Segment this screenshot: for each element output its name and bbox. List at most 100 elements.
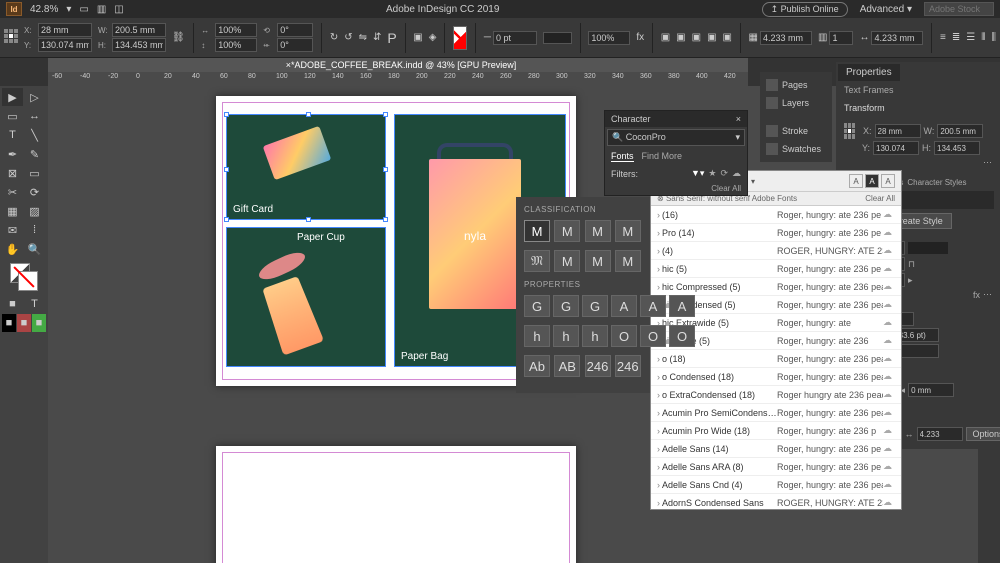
findmore-tab[interactable]: Find More [642, 151, 683, 162]
scale-x[interactable] [215, 23, 257, 37]
glyph-filter[interactable]: M [554, 250, 580, 272]
glyph-filter[interactable]: A [669, 295, 695, 317]
prop-y[interactable] [873, 141, 919, 155]
pencil-tool[interactable]: ✎ [24, 145, 45, 163]
glyph-filter[interactable]: 246 [615, 355, 641, 377]
options-button[interactable]: Options [966, 427, 1000, 441]
rotate-input[interactable] [277, 23, 313, 37]
fx-icon[interactable]: fx [636, 32, 644, 43]
selection-tool[interactable]: ▶ [2, 88, 23, 106]
flip-h-icon[interactable]: ⇋ [359, 32, 367, 43]
glyph-filter[interactable]: A [640, 295, 666, 317]
fx-icon[interactable]: fx [973, 290, 980, 300]
font-list-item[interactable]: ›Adelle Sans ARA (8)Roger, hungry: ate 2… [651, 458, 901, 476]
sample-size-small[interactable]: A [849, 174, 863, 188]
fill-stroke-toggle[interactable] [10, 263, 38, 291]
page-2[interactable] [216, 446, 576, 563]
hand-tool[interactable]: ✋ [2, 240, 23, 258]
swatches-panel-tab[interactable]: Swatches [764, 140, 828, 158]
font-family-select[interactable]: 🔍 CoconPro▾ [607, 129, 745, 146]
properties-tab[interactable]: Properties [838, 64, 900, 81]
prop-h[interactable] [934, 141, 980, 155]
scale-y[interactable] [215, 38, 257, 52]
publish-button[interactable]: ↥ Publish Online [762, 2, 848, 17]
rectangle-frame-tool[interactable]: ⊠ [2, 164, 23, 182]
colw-input[interactable] [871, 31, 923, 45]
char-tab[interactable]: Character [611, 114, 651, 124]
align-icon[interactable]: ≡ [940, 32, 946, 43]
filter-recent-icon[interactable]: ⟳ [720, 168, 728, 179]
fill-stroke-swatch[interactable] [453, 26, 467, 50]
transform-tool[interactable]: ⟳ [24, 183, 45, 201]
filter-class-icon[interactable]: ▼▾ [691, 168, 704, 179]
glyph-filter[interactable]: h [582, 325, 608, 347]
font-list-item[interactable]: ›o ExtraCondensed (18)Roger hungry ate 2… [651, 386, 901, 404]
glyph-filter[interactable]: G [524, 295, 550, 317]
sample-size-large[interactable]: A [881, 174, 895, 188]
fonts-tab[interactable]: Fonts [611, 151, 634, 162]
glyph-filter[interactable]: M [585, 250, 611, 272]
cols-input[interactable] [829, 31, 853, 45]
pen-tool[interactable]: ✒ [2, 145, 23, 163]
font-list-item[interactable]: ›hic (5)Roger, hungry: ate 236 pe☁ [651, 260, 901, 278]
direct-selection-tool[interactable]: ▷ [24, 88, 45, 106]
view-icon-2[interactable]: ▥ [97, 4, 106, 15]
glyph-filter[interactable]: M [554, 220, 580, 242]
preview-view[interactable]: ■ [17, 314, 31, 332]
filter-fav-icon[interactable]: ★ [708, 168, 716, 179]
align-icon[interactable]: ≣ [952, 32, 960, 43]
wrap-bbox-icon[interactable]: ▣ [676, 32, 685, 43]
zoom-tool[interactable]: 🔍 [24, 240, 45, 258]
glyph-filter[interactable]: O [669, 325, 695, 347]
font-list-item[interactable]: ›o Condensed (18)Roger, hungry: ate 236 … [651, 368, 901, 386]
glyph-filter[interactable]: O [640, 325, 666, 347]
rectangle-tool[interactable]: ▭ [24, 164, 45, 182]
h-input[interactable] [112, 38, 166, 52]
glyph-filter[interactable]: 𝔐 [524, 250, 550, 272]
stroke-style-dropdown[interactable] [543, 32, 572, 44]
font-list-item[interactable]: ›Acumin Pro Wide (18)Roger, hungry: ate … [651, 422, 901, 440]
glyph-filter[interactable]: AB [554, 355, 580, 377]
chevron-down-icon[interactable]: ▾ [735, 132, 740, 143]
gradient-feather-tool[interactable]: ▨ [24, 202, 45, 220]
link-icon[interactable]: ⛓ [172, 32, 185, 43]
reference-point-mini[interactable] [844, 123, 860, 139]
font-list-item[interactable]: ›AdornS Condensed SansROGER, HUNGRY: ATE… [651, 494, 901, 510]
glyph-filter[interactable]: h [553, 325, 579, 347]
search-input[interactable] [924, 2, 994, 16]
flip-v-icon[interactable]: ⇵ [373, 32, 381, 43]
font-list-item[interactable]: ›o (18)Roger, hungry: ate 236 pea☁ [651, 350, 901, 368]
workspace-dropdown[interactable]: Advanced ▾ [856, 3, 916, 16]
image-frame-giftcard[interactable]: Gift Card [226, 114, 386, 220]
glyph-filter[interactable]: 246 [585, 355, 611, 377]
glyph-filter[interactable]: G [582, 295, 608, 317]
reference-point[interactable] [4, 29, 18, 47]
distribute-icon[interactable]: ⫼ [991, 32, 996, 43]
close-icon[interactable]: × [736, 114, 741, 124]
paragraph-icon[interactable]: P [387, 30, 396, 46]
page-tool[interactable]: ▭ [2, 107, 23, 125]
filter-activated-icon[interactable]: ☁ [732, 168, 741, 179]
apply-color[interactable]: ■ [2, 295, 23, 313]
zoom-level[interactable]: 42.8% [30, 4, 58, 15]
font-list-item[interactable]: ›(4)ROGER, HUNGRY: ATE 236 PEACHES AND C… [651, 242, 901, 260]
gap-input[interactable] [760, 31, 812, 45]
scissors-tool[interactable]: ✂ [2, 183, 23, 201]
prop-x[interactable] [875, 124, 921, 138]
layers-panel-tab[interactable]: Layers [764, 94, 828, 112]
font-list-item[interactable]: ›Adelle Sans Cnd (4)Roger, hungry: ate 2… [651, 476, 901, 494]
prop-w[interactable] [937, 124, 983, 138]
more-icon[interactable]: ⋯ [983, 289, 992, 300]
wrap-shape-icon[interactable]: ▣ [692, 32, 701, 43]
stroke-weight[interactable] [493, 31, 537, 45]
wrap-column-icon[interactable]: ▣ [723, 32, 732, 43]
w-input[interactable] [112, 23, 166, 37]
line-tool[interactable]: ╲ [24, 126, 45, 144]
indent-right[interactable] [908, 383, 954, 397]
wrap-none-icon[interactable]: ▣ [661, 32, 670, 43]
x-input[interactable] [38, 23, 92, 37]
glyph-filter[interactable]: M [585, 220, 611, 242]
glyph-filter[interactable]: M [615, 250, 641, 272]
corner-type-icon[interactable]: ⊓ [908, 259, 915, 270]
rotate-ccw-icon[interactable]: ↺ [344, 32, 352, 43]
